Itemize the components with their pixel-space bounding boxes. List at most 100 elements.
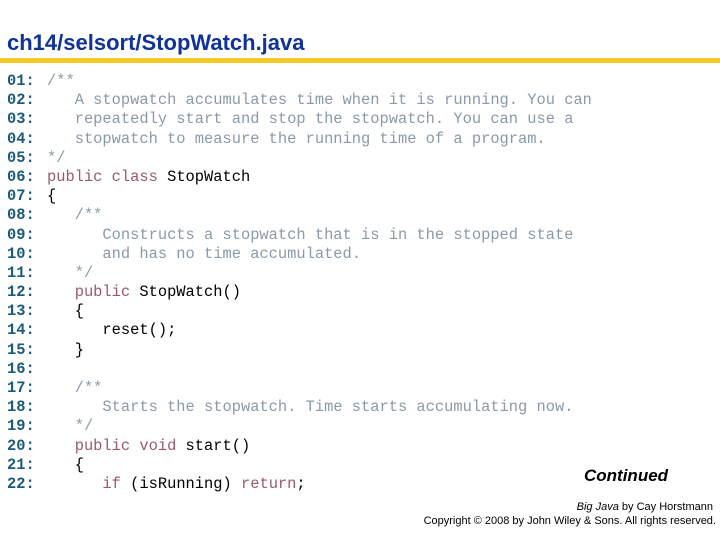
line-number: 08:: [7, 206, 35, 225]
code-comment: stopwatch to measure the running time of…: [47, 129, 546, 148]
code-text: and has no time accumulated.: [47, 245, 361, 264]
code-line: 20: public void start(): [7, 437, 592, 456]
code-comment: and has no time accumulated.: [47, 244, 362, 263]
code-keyword: public: [47, 283, 140, 302]
code-keyword: public class: [47, 167, 168, 186]
code-line: 14: reset();: [7, 321, 592, 340]
code-keyword: if: [102, 474, 121, 493]
code-comment: repeatedly start and stop the stopwatch.…: [47, 110, 574, 129]
line-number: 22:: [7, 474, 35, 493]
code-line: 22: if (isRunning) return;: [7, 475, 592, 494]
code-keyword: public void: [47, 436, 186, 455]
code-text: }: [47, 341, 84, 360]
code-line: 03: repeatedly start and stop the stopwa…: [7, 110, 592, 129]
code-text: Starts the stopwatch. Time starts accumu…: [47, 398, 573, 417]
code-text: A stopwatch accumulates time when it is …: [47, 91, 592, 110]
code-text: */: [47, 417, 93, 436]
line-number: 09:: [7, 225, 35, 244]
line-number: 18:: [7, 398, 35, 417]
line-number: 17:: [7, 379, 35, 397]
line-number: 12:: [7, 283, 35, 302]
code-text: {: [47, 302, 84, 321]
line-number: 11:: [7, 263, 35, 282]
code-line: 08: /**: [7, 206, 592, 225]
code-line: 06: public class StopWatch: [7, 168, 592, 187]
line-number: 04:: [7, 129, 35, 148]
code-text: {: [47, 456, 84, 475]
line-number: 19:: [7, 417, 35, 436]
code-comment: */: [47, 263, 94, 282]
code-line: 09: Constructs a stopwatch that is in th…: [7, 226, 592, 245]
code-comment: /**: [47, 72, 75, 90]
code-text: if (isRunning) return;: [47, 474, 306, 494]
code-token: reset();: [47, 321, 177, 340]
code-comment: Starts the stopwatch. Time starts accumu…: [47, 398, 574, 417]
code-text: Constructs a stopwatch that is in the st…: [47, 226, 573, 245]
code-line: 12: public StopWatch(): [7, 283, 592, 302]
line-number: 14:: [7, 321, 35, 340]
code-text: */: [47, 264, 93, 283]
code-token: StopWatch: [167, 167, 251, 186]
code-text: stopwatch to measure the running time of…: [47, 130, 546, 149]
code-comment: Constructs a stopwatch that is in the st…: [47, 225, 574, 244]
line-number: 15:: [7, 340, 35, 359]
code-token: ;: [296, 474, 306, 493]
line-number: 13:: [7, 302, 35, 321]
code-text: public void start(): [47, 436, 251, 456]
line-number: 20:: [7, 436, 35, 455]
code-token: (isRunning): [120, 474, 241, 493]
code-text: reset();: [47, 321, 176, 340]
code-line: 16:: [7, 360, 592, 379]
book-author: by Cay Horstmann: [618, 501, 713, 513]
code-line: 19: */: [7, 417, 592, 436]
code-text: */: [47, 149, 65, 168]
code-comment: */: [47, 148, 66, 167]
code-line: 13: {: [7, 302, 592, 321]
code-listing: 01:/** 02: A stopwatch accumulates time w…: [7, 72, 592, 494]
code-token: {: [47, 187, 57, 206]
code-token: StopWatch(): [139, 283, 241, 302]
code-line: 17: /**: [7, 379, 592, 398]
code-token: {: [47, 455, 84, 474]
code-line: 05: */: [7, 149, 592, 168]
code-text: public StopWatch(): [47, 283, 241, 302]
code-text: repeatedly start and stop the stopwatch.…: [47, 110, 574, 129]
line-number: 21:: [7, 455, 35, 474]
code-keyword: return: [240, 474, 297, 493]
title-divider: [0, 58, 720, 63]
line-number: 03:: [7, 110, 35, 129]
code-token: start(): [185, 436, 251, 455]
line-number: 16:: [7, 359, 35, 378]
code-text: /**: [47, 72, 75, 91]
code-token: {: [47, 302, 84, 321]
copyright-notice: Copyright © 2008 by John Wiley & Sons. A…: [423, 515, 716, 527]
continued-label: Continued: [584, 466, 669, 485]
line-number: 02:: [7, 91, 35, 110]
line-number: 06:: [7, 167, 35, 186]
code-line: 01: /**: [7, 72, 592, 91]
code-token: }: [47, 340, 84, 359]
code-comment: /**: [47, 379, 103, 397]
line-number: 10:: [7, 244, 35, 263]
line-number: 01:: [7, 72, 35, 90]
code-line: 07: {: [7, 187, 592, 206]
code-text: public class StopWatch: [47, 168, 250, 187]
line-number: 05:: [7, 148, 35, 167]
code-line: 04: stopwatch to measure the running tim…: [7, 130, 592, 149]
file-title: ch14/selsort/StopWatch.java: [7, 30, 305, 55]
code-comment: A stopwatch accumulates time when it is …: [47, 91, 592, 110]
code-line: 15: }: [7, 341, 592, 360]
book-title: Big Java: [576, 501, 619, 513]
code-comment: */: [47, 417, 94, 436]
code-text: {: [47, 187, 56, 206]
code-line: 11: */: [7, 264, 592, 283]
code-comment: /**: [47, 206, 103, 225]
book-credit: Big Java by Cay Horstmann: [577, 501, 713, 513]
code-line: 18: Starts the stopwatch. Time starts ac…: [7, 398, 592, 417]
code-text: /**: [47, 206, 103, 225]
line-number: 07:: [7, 187, 35, 206]
code-line: 02: A stopwatch accumulates time when it…: [7, 91, 592, 110]
code-text: /**: [47, 379, 103, 398]
code-line: 21: {: [7, 456, 592, 475]
